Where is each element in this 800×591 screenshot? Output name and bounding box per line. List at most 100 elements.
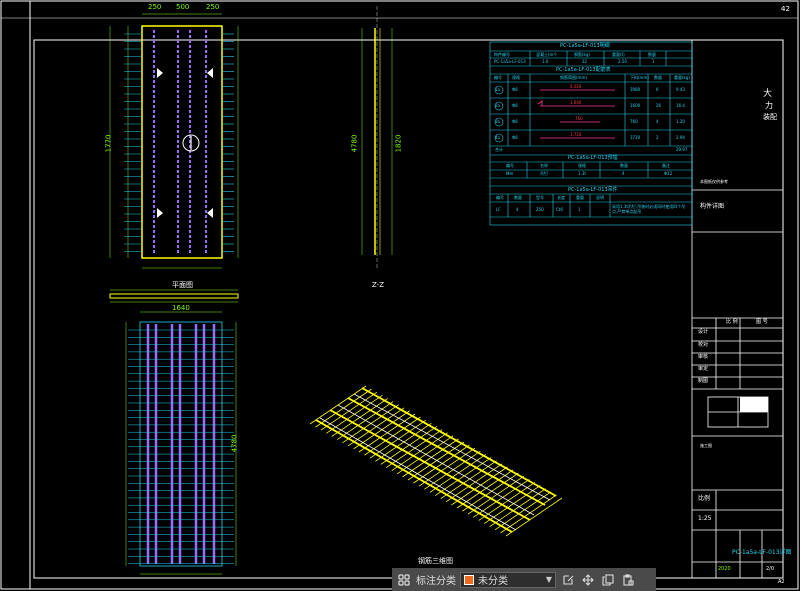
sheet-frame [33, 39, 784, 579]
elev-view-label: Z-Z [372, 281, 384, 289]
table-cell: 1a [495, 87, 500, 92]
table-cell: 3980 [630, 87, 641, 92]
table-head: 规格 [512, 75, 520, 80]
table-head: 构件编号 [494, 52, 510, 57]
table-head: 钢筋(kg) [574, 52, 590, 57]
table-cell: 2a [495, 103, 500, 108]
table-head: 重量 [576, 195, 584, 200]
footer-label-1: 比例 [698, 495, 711, 502]
edit-icon[interactable] [560, 572, 576, 588]
dim-side-b: 1820 [394, 134, 403, 153]
category-swatch [464, 574, 474, 585]
table-head: 编号 [496, 195, 504, 200]
table-head: 长度 [557, 195, 565, 200]
table-cell: 1,640 [570, 100, 582, 105]
table-cell: 1.3t [578, 171, 586, 176]
table-cell: 22 [582, 59, 588, 64]
table-head: 下料(mm) [630, 75, 649, 80]
iso-view-label: 钢筋三维图 [418, 557, 453, 565]
dim-top-b: 500 [176, 3, 190, 11]
corner-label: 42 [781, 5, 790, 13]
table-cell: 4 [516, 207, 519, 212]
sheet-number: 2020 [718, 566, 731, 572]
table-cell: 吊钉 [540, 171, 548, 176]
title-row-label: 审核 [698, 354, 709, 360]
table-head: 型号 [536, 195, 544, 200]
table-head: 数量 [648, 52, 656, 57]
table-cell: Φ8 [512, 135, 518, 140]
move-icon[interactable] [580, 572, 596, 588]
dim-side-a: 4780 [350, 134, 359, 153]
table-cell: Mm [506, 171, 514, 176]
table-total-label: 合计 [495, 147, 503, 152]
table-title-4: PC-1a5a-LF-013吊件 [568, 187, 618, 193]
table-title-2: PC-1a5a-LF-013配筋表 [556, 67, 611, 73]
table-head: 编号 [494, 75, 502, 80]
drawing-title: PC-1a5a-LF-013详图 [732, 549, 792, 556]
table-cell: PC-1a5a-LF-013 [494, 59, 526, 64]
table-cell: 1 [578, 207, 581, 212]
scale-header-a: 比 例 [726, 319, 738, 325]
table-cell: Φ8 [512, 103, 518, 108]
table-cell: 2.50 [618, 59, 627, 64]
chevron-down-icon: ▼ [545, 575, 552, 584]
dim-left-len: 1770 [104, 134, 113, 153]
page-number: 2/0 [766, 566, 775, 572]
table-cell: LF [496, 207, 501, 212]
title-row-label: 制图 [698, 378, 709, 384]
table-cell: 26 [656, 103, 662, 108]
table-title-1: PC-1a5a-LF-013明细 [560, 43, 610, 49]
table-cell: 1.0 [542, 59, 549, 64]
table-cell: 4 [656, 119, 659, 124]
table-head: 规格 [578, 163, 586, 168]
paste-icon[interactable] [620, 572, 636, 588]
side-elevation [361, 6, 393, 268]
toolbar-label: 标注分类 [416, 576, 456, 587]
table-head: 重量(t) [612, 52, 625, 57]
table-head: 重量(kg) [674, 75, 690, 80]
table-cell: Φ8 [512, 119, 518, 124]
copy-icon[interactable] [600, 572, 616, 588]
table-cell: 4a [495, 135, 500, 140]
table-cell: 3720 [630, 135, 641, 140]
company-char-1: 大 [763, 89, 773, 99]
table-cell: Φ12 [664, 171, 673, 176]
dim-bottom-w: 1640 [172, 304, 190, 312]
category-select-value: 未分类 [478, 576, 508, 587]
table-cell: 4,020 [570, 84, 582, 89]
table-cell: 250 [536, 207, 544, 212]
plan-view [109, 13, 239, 269]
table-cell: 3,720 [570, 132, 582, 137]
table-head: 数量 [654, 75, 662, 80]
table-head: 名称 [540, 163, 548, 168]
dim-top-a: 250 [148, 3, 162, 11]
dim-top-c: 250 [206, 3, 220, 11]
table-head: 编号 [506, 163, 514, 168]
dim-lower-len: 4780 [230, 434, 239, 453]
company-char-2: 力 [765, 101, 773, 110]
table-cell: 2.94 [676, 135, 685, 140]
sheet-size: A2 [778, 579, 785, 585]
table-head: 数量 [620, 163, 628, 168]
category-select[interactable]: 未分类 ▼ [460, 571, 556, 588]
footer-label-2: 1:25 [698, 515, 712, 522]
table-cell: Ct6 [556, 207, 563, 212]
table-head: 数量 [514, 195, 522, 200]
annotation-toolbar: 标注分类 未分类 ▼ [392, 568, 656, 591]
table-cell: 9.43 [676, 87, 685, 92]
table-head: 钢筋简图(mm) [560, 75, 587, 80]
table-total-value: 29.97 [676, 147, 688, 152]
title-subtitle: 构件详图 [700, 203, 725, 210]
title-row-label: 设计 [698, 329, 709, 335]
iso-rebar-view [309, 385, 563, 537]
plan-view-label: 平面图 [172, 281, 193, 289]
table-cell: 1.20 [676, 119, 685, 124]
table-cell: 1600 [630, 103, 641, 108]
scale-header-b: 图 号 [756, 319, 768, 325]
table-head: 备注 [662, 163, 670, 168]
rebar-plan [125, 311, 237, 575]
table-cell: 16.4 [676, 103, 685, 108]
section-strip [109, 289, 239, 303]
table-cell: 760 [575, 116, 583, 121]
grid-icon[interactable] [396, 572, 412, 588]
